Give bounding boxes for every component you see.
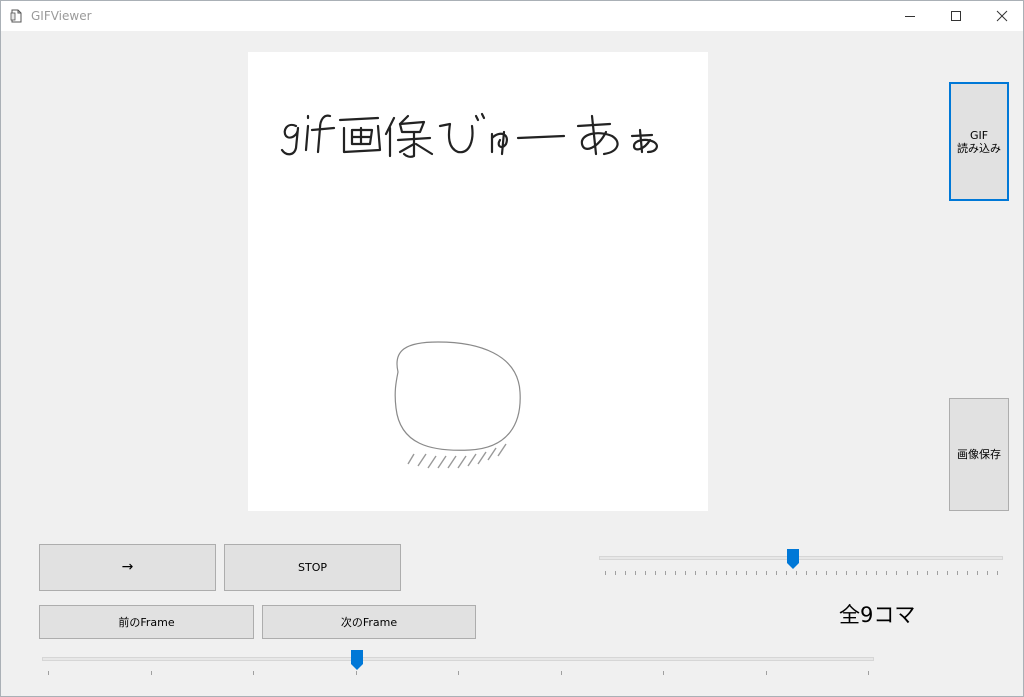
slider-tick bbox=[927, 571, 928, 575]
slider-tick bbox=[625, 571, 626, 575]
close-icon bbox=[996, 10, 1008, 22]
title-bar[interactable]: GIFViewer bbox=[1, 1, 1023, 31]
frame-slider[interactable] bbox=[42, 649, 874, 679]
slider-tick bbox=[458, 671, 459, 675]
slider-tick bbox=[907, 571, 908, 575]
prev-frame-button[interactable]: 前のFrame bbox=[39, 605, 254, 639]
window-title: GIFViewer bbox=[31, 9, 92, 23]
slider-tick bbox=[917, 571, 918, 575]
close-button[interactable] bbox=[979, 1, 1024, 31]
slider-tick bbox=[846, 571, 847, 575]
slider-tick bbox=[977, 571, 978, 575]
frame-slider-thumb[interactable] bbox=[351, 650, 363, 670]
slider-tick bbox=[645, 571, 646, 575]
frame-count-label: 全9コマ bbox=[839, 603, 916, 627]
slider-tick bbox=[48, 671, 49, 675]
slider-tick bbox=[635, 571, 636, 575]
slider-tick bbox=[876, 571, 877, 575]
slider-tick bbox=[706, 571, 707, 575]
slider-tick bbox=[987, 571, 988, 575]
stop-button[interactable]: STOP bbox=[224, 544, 401, 591]
slider-tick bbox=[151, 671, 152, 675]
gif-frame-image bbox=[280, 112, 658, 469]
slider-tick bbox=[766, 671, 767, 675]
slider-tick bbox=[866, 571, 867, 575]
maximize-icon bbox=[951, 11, 961, 21]
slider-tick bbox=[947, 571, 948, 575]
frame-slider-track[interactable] bbox=[42, 657, 874, 661]
slider-tick bbox=[816, 571, 817, 575]
slider-tick bbox=[756, 571, 757, 575]
play-button[interactable]: → bbox=[39, 544, 216, 591]
slider-tick bbox=[806, 571, 807, 575]
slider-tick bbox=[736, 571, 737, 575]
speed-slider-thumb[interactable] bbox=[787, 549, 799, 569]
slider-tick bbox=[868, 671, 869, 675]
gif-image-display bbox=[248, 52, 708, 511]
slider-tick bbox=[655, 571, 656, 575]
app-icon bbox=[10, 9, 22, 23]
minimize-button[interactable] bbox=[887, 1, 933, 31]
slider-tick bbox=[836, 571, 837, 575]
slider-tick bbox=[796, 571, 797, 575]
slider-tick bbox=[937, 571, 938, 575]
slider-tick bbox=[695, 571, 696, 575]
speed-slider[interactable] bbox=[599, 547, 1003, 581]
slider-tick bbox=[766, 571, 767, 575]
load-gif-button[interactable]: GIF 読み込み bbox=[949, 82, 1009, 201]
slider-tick bbox=[957, 571, 958, 575]
slider-tick bbox=[776, 571, 777, 575]
slider-tick bbox=[561, 671, 562, 675]
slider-tick bbox=[856, 571, 857, 575]
slider-tick bbox=[615, 571, 616, 575]
slider-tick bbox=[716, 571, 717, 575]
slider-tick bbox=[997, 571, 998, 575]
slider-tick bbox=[356, 671, 357, 675]
slider-tick bbox=[663, 671, 664, 675]
maximize-button[interactable] bbox=[933, 1, 979, 31]
ball-drawing bbox=[394, 341, 521, 451]
handwritten-caption bbox=[280, 112, 658, 158]
slider-tick bbox=[886, 571, 887, 575]
gifviewer-window: GIFViewer GIF 読み込み 画像保存 → STOP 前のFrame 次… bbox=[0, 0, 1024, 697]
slider-tick bbox=[605, 571, 606, 575]
minimize-icon bbox=[905, 16, 915, 17]
slider-tick bbox=[685, 571, 686, 575]
slider-tick bbox=[675, 571, 676, 575]
slider-tick bbox=[896, 571, 897, 575]
slider-tick bbox=[665, 571, 666, 575]
slider-tick bbox=[967, 571, 968, 575]
ball-shadow-hatching bbox=[407, 443, 507, 469]
slider-tick bbox=[253, 671, 254, 675]
next-frame-button[interactable]: 次のFrame bbox=[262, 605, 476, 639]
slider-tick bbox=[826, 571, 827, 575]
speed-slider-track[interactable] bbox=[599, 556, 1003, 560]
slider-tick bbox=[786, 571, 787, 575]
save-image-button[interactable]: 画像保存 bbox=[949, 398, 1009, 511]
slider-tick bbox=[726, 571, 727, 575]
slider-tick bbox=[746, 571, 747, 575]
